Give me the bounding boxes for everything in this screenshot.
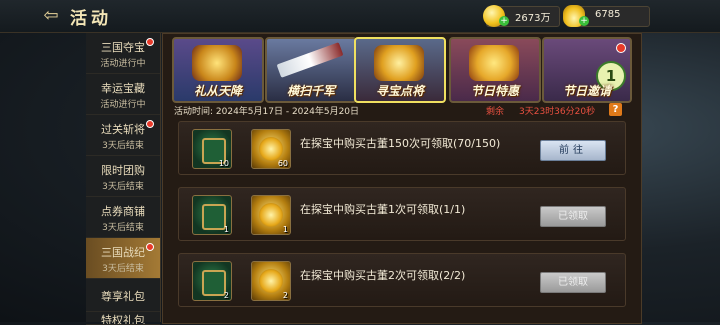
chest-gem	[202, 270, 226, 296]
activity-info-bar: 活动时间: 2024年5月17日 - 2024年5月20日 剩余 3天23时36…	[172, 103, 632, 118]
remaining-label: 剩余	[486, 107, 505, 117]
tab-sweep-army[interactable]: 横扫千军	[265, 37, 357, 103]
notification-dot	[616, 43, 626, 53]
sidebar-item-xingyun-baozang[interactable]: 幸运宝藏 活动进行中	[86, 74, 160, 115]
tab-label: 节日特惠	[470, 84, 519, 98]
sidebar-item-xianshi-tuangou[interactable]: 限时团购 3天后结束	[86, 156, 160, 197]
tab-label: 横扫千军	[286, 84, 335, 98]
sidebar-item-label: 限时团购	[101, 164, 145, 177]
tab-label: 节日邀请	[562, 84, 611, 98]
page-title: 活动	[70, 9, 112, 29]
coin-counter: + 2673万	[483, 5, 560, 27]
sidebar-item-status: 3天后结束	[102, 141, 144, 151]
helmet-crest	[259, 137, 283, 161]
back-arrow-icon[interactable]: ⇦	[40, 6, 62, 26]
treasure-chest-icon	[374, 45, 424, 81]
top-bar: ⇦ 活动 + 2673万 + 6785	[0, 0, 720, 33]
reward-helmet-icon[interactable]: 60	[251, 129, 291, 169]
coin-value: 2673万	[515, 13, 551, 24]
gold-pile-icon	[192, 45, 242, 81]
sidebar-item-sanguo-duobao[interactable]: 三国夺宝 活动进行中	[86, 33, 160, 74]
sidebar-item-sanguo-zhanji[interactable]: 三国战纪 3天后结束	[86, 238, 160, 279]
activity-time: 活动时间: 2024年5月17日 - 2024年5月20日	[174, 107, 360, 117]
reward-chest-icon[interactable]: 1	[192, 195, 232, 235]
sword-icon	[276, 42, 344, 78]
sidebar-item-status: 3天后结束	[102, 264, 144, 274]
claimed-button[interactable]: 已领取	[540, 272, 606, 293]
activity-sidebar: 三国夺宝 活动进行中 幸运宝藏 活动进行中 过关斩将 3天后结束 限时团购 3天…	[86, 33, 161, 325]
add-coins-button[interactable]: +	[499, 16, 509, 26]
task-description: 在探宝中购买古董1次可领取(1/1)	[300, 203, 466, 216]
notification-dot	[146, 243, 154, 251]
ingot-counter: + 6785	[563, 5, 650, 27]
countdown-timer: 3天23时36分20秒	[519, 107, 596, 117]
tab-festival-deal[interactable]: 节日特惠	[449, 37, 541, 103]
reward-chest-icon[interactable]: 10	[192, 129, 232, 169]
reward-count: 1	[223, 225, 229, 234]
sidebar-item-tequan-libao[interactable]: 特权礼包	[86, 312, 160, 325]
sidebar-item-guoguan-zhanjiang[interactable]: 过关斩将 3天后结束	[86, 115, 160, 156]
reward-count: 1	[282, 225, 288, 234]
helmet-crest	[259, 203, 283, 227]
sidebar-item-label: 尊享礼包	[101, 290, 145, 303]
task-row: 10 60 在探宝中购买古董150次可领取(70/150) 前往	[178, 121, 626, 175]
sidebar-item-status: 活动进行中	[100, 59, 146, 69]
ingot-value: 6785	[595, 9, 621, 20]
sidebar-item-status: 3天后结束	[102, 182, 144, 192]
sidebar-item-status: 活动进行中	[100, 100, 146, 110]
reward-count: 2	[223, 291, 229, 300]
help-button[interactable]: ?	[609, 103, 622, 116]
sidebar-item-label: 特权礼包	[101, 314, 145, 325]
tab-festival-invite[interactable]: 1 节日邀请	[542, 37, 632, 103]
reward-helmet-icon[interactable]: 2	[251, 261, 291, 301]
reward-count: 2	[282, 291, 288, 300]
notification-dot	[146, 120, 154, 128]
reward-helmet-icon[interactable]: 1	[251, 195, 291, 235]
sidebar-item-dianquan-shangpu[interactable]: 点券商铺 3天后结束	[86, 197, 160, 238]
go-button[interactable]: 前往	[540, 140, 606, 161]
task-row: 1 1 在探宝中购买古董1次可领取(1/1) 已领取	[178, 187, 626, 241]
task-description: 在探宝中购买古董2次可领取(2/2)	[300, 269, 466, 282]
task-description: 在探宝中购买古董150次可领取(70/150)	[300, 137, 501, 150]
task-row: 2 2 在探宝中购买古董2次可领取(2/2) 已领取	[178, 253, 626, 307]
reward-chest-icon[interactable]: 2	[192, 261, 232, 301]
tab-label: 礼从天降	[193, 84, 242, 98]
tab-treasure-hunt[interactable]: 寻宝点将	[354, 37, 446, 103]
chest-gem	[202, 204, 226, 230]
claimed-button[interactable]: 已领取	[540, 206, 606, 227]
sidebar-item-status: 3天后结束	[102, 223, 144, 233]
helmet-crest	[259, 269, 283, 293]
reward-count: 60	[277, 159, 288, 168]
sidebar-item-label: 点券商铺	[101, 205, 145, 218]
reward-count: 10	[218, 159, 229, 168]
sidebar-item-zunxiang-libao[interactable]: 尊享礼包	[86, 279, 160, 312]
notification-dot	[146, 38, 154, 46]
tab-gift-from-sky[interactable]: 礼从天降	[172, 37, 264, 103]
sidebar-item-label: 幸运宝藏	[101, 82, 145, 95]
gold-bag-icon	[469, 45, 519, 81]
add-ingots-button[interactable]: +	[579, 16, 589, 26]
tab-label: 寻宝点将	[375, 84, 424, 98]
